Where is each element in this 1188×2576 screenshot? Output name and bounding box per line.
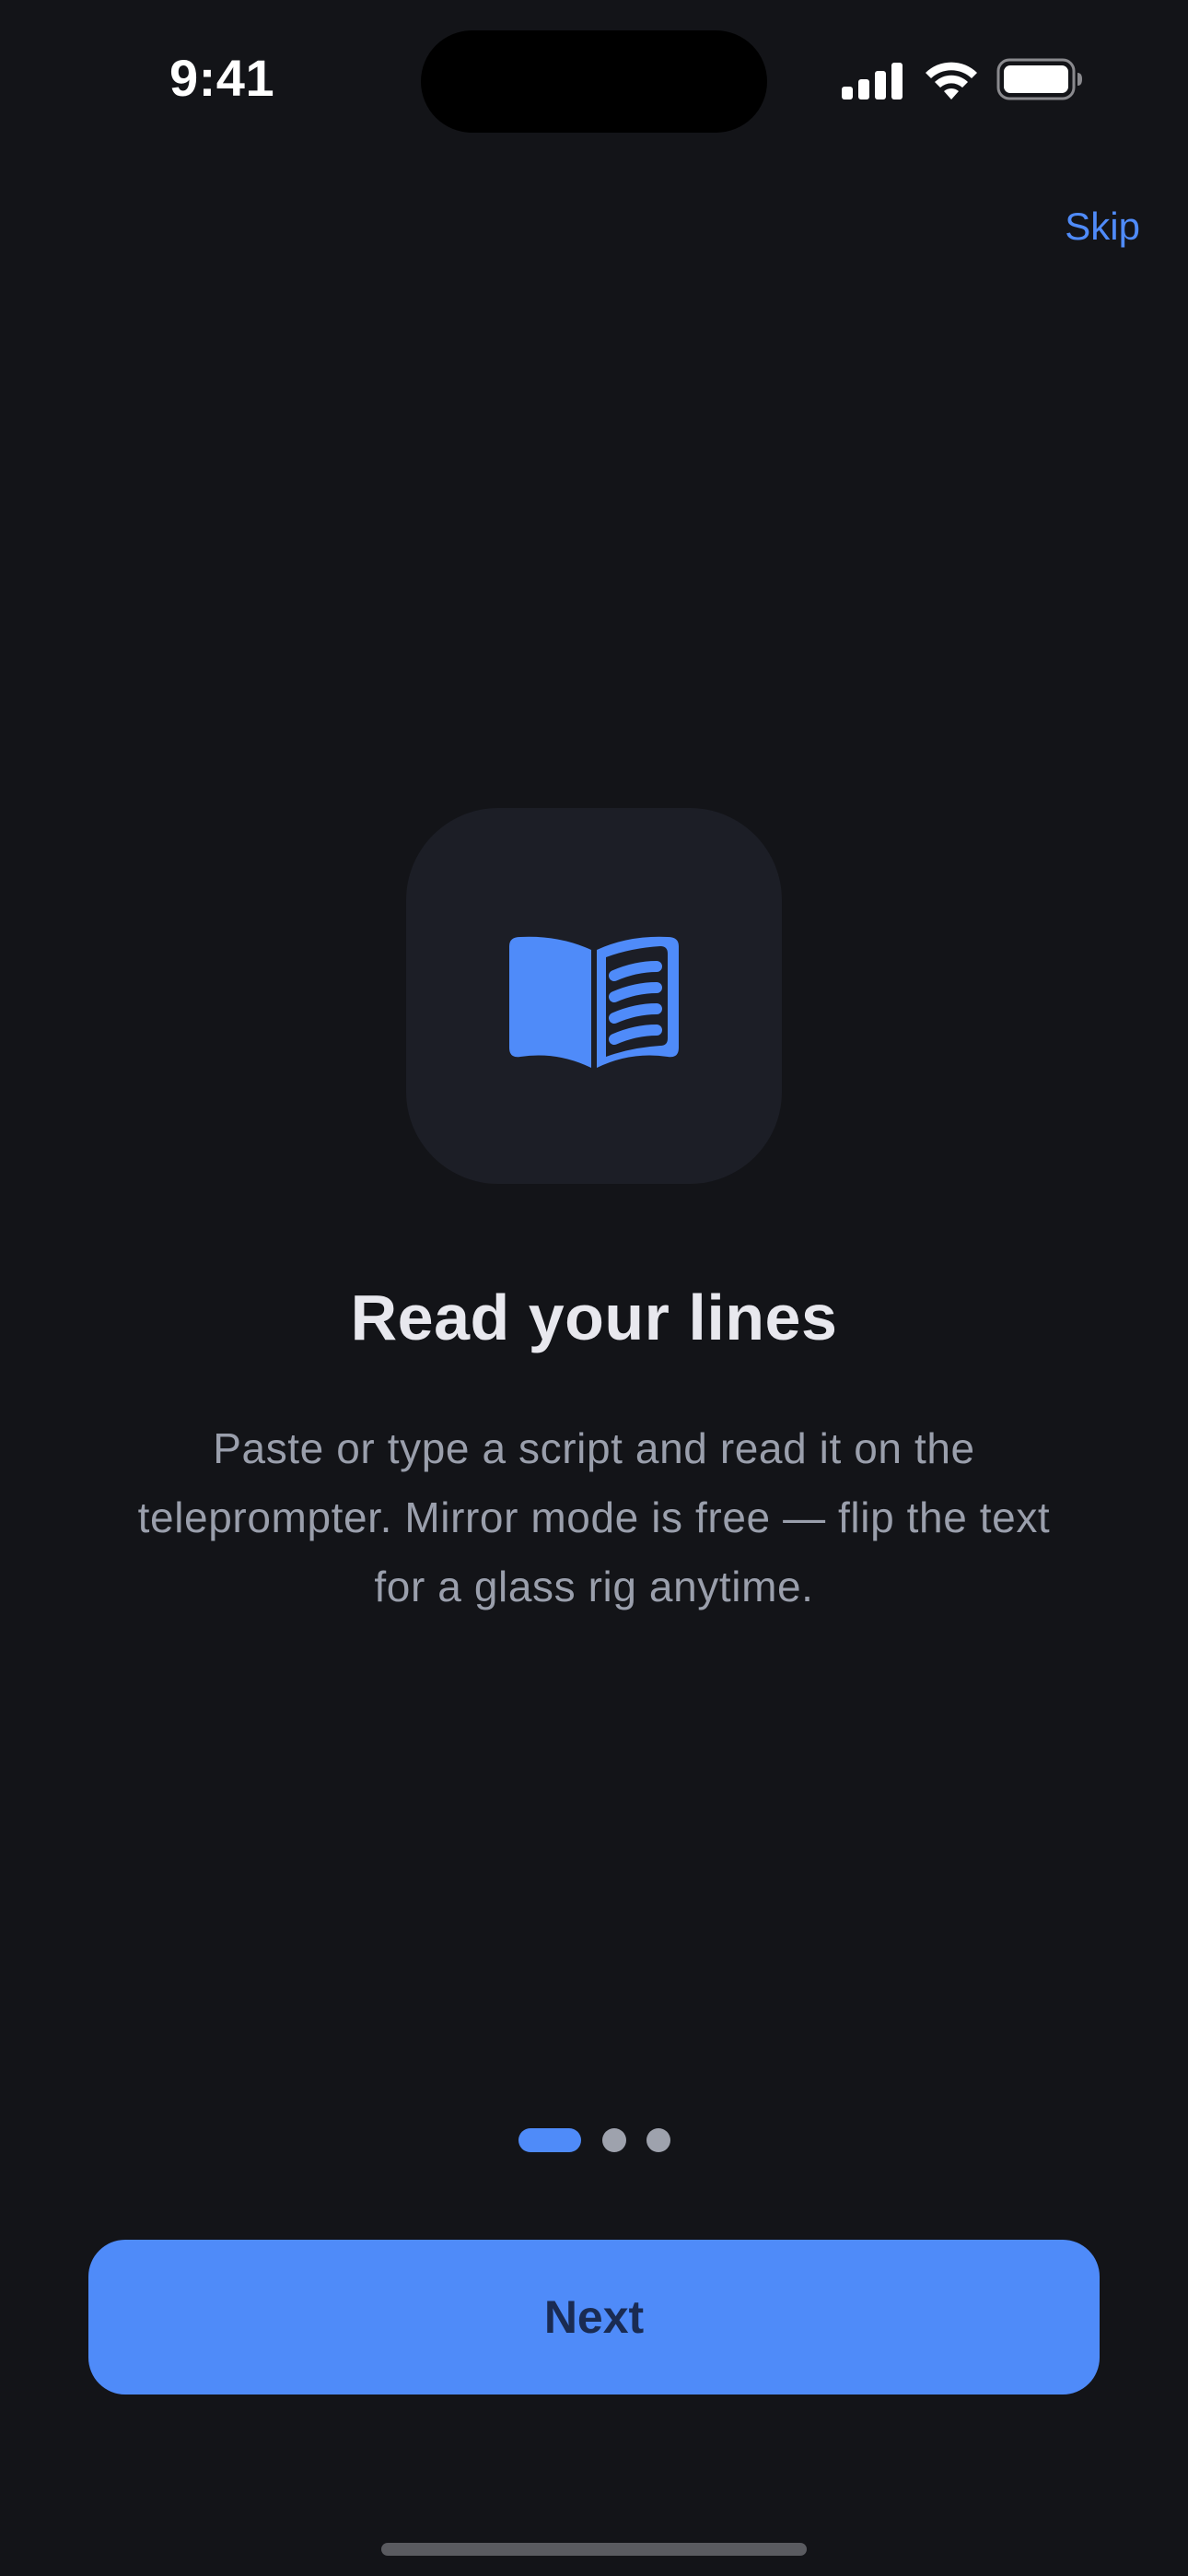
- status-icons: [842, 57, 1083, 103]
- cellular-signal-icon: [842, 63, 903, 100]
- skip-button[interactable]: Skip: [1065, 205, 1140, 249]
- page-dot-1-active[interactable]: [518, 2128, 581, 2152]
- home-indicator[interactable]: [381, 2543, 807, 2556]
- dynamic-island: [421, 30, 767, 133]
- open-book-icon: [509, 936, 679, 1068]
- page-dot-2[interactable]: [602, 2128, 626, 2152]
- hero-icon-tile: [406, 808, 782, 1184]
- onboarding-description: Paste or type a script and read it on th…: [137, 1424, 1051, 1610]
- status-time: 9:41: [169, 49, 275, 107]
- wifi-icon: [926, 62, 977, 100]
- status-bar: 9:41: [0, 0, 1188, 157]
- battery-icon: [996, 58, 1082, 100]
- page-dot-3[interactable]: [646, 2128, 670, 2152]
- page-indicator[interactable]: [518, 2128, 675, 2152]
- onboarding-title: Read your lines: [350, 1282, 838, 1353]
- next-button[interactable]: Next: [88, 2240, 1100, 2395]
